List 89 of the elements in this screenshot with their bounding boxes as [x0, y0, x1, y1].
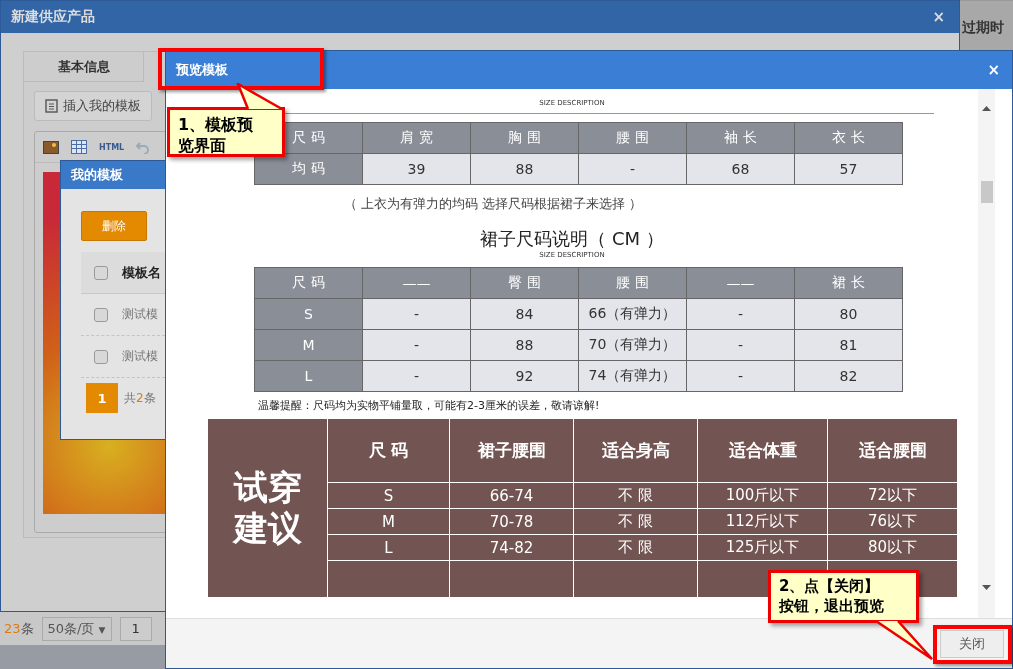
table-cell: 74（有弹力）	[579, 361, 687, 392]
table-icon[interactable]	[71, 140, 87, 154]
table-cell: -	[363, 361, 471, 392]
table-header-cell: 尺 码	[255, 268, 363, 299]
table-cell: 57	[795, 154, 903, 185]
table-cell: 70（有弹力）	[579, 330, 687, 361]
table-header-cell: 衣 长	[795, 123, 903, 154]
table-header-cell: 适合体重	[698, 419, 828, 483]
table-cell: 92	[471, 361, 579, 392]
document-icon	[45, 99, 58, 113]
total-count-text: 共2条	[124, 389, 156, 407]
table-header-cell: 袖 长	[687, 123, 795, 154]
dialog-title: 新建供应产品	[11, 8, 95, 26]
table-header-cell: 适合腰围	[828, 419, 958, 483]
table-cell: 112斤以下	[698, 509, 828, 535]
table-cell: S	[255, 299, 363, 330]
page-button[interactable]: 1	[86, 383, 118, 413]
checkbox[interactable]	[94, 265, 108, 280]
checkbox[interactable]	[94, 349, 108, 364]
total-count-text: 23条	[4, 619, 34, 638]
side-label: 试穿建议	[208, 419, 328, 597]
table-cell: M	[255, 330, 363, 361]
page-size-dropdown[interactable]: 50条/页 ▼	[41, 616, 112, 641]
reminder-text: 温馨提醒：尺码均为实物平铺量取，可能有2-3厘米的误差，敬请谅解!	[258, 398, 600, 413]
table-cell: 不 限	[574, 535, 698, 561]
table-cell: S	[328, 483, 450, 509]
table-cell: L	[328, 535, 450, 561]
scrollbar[interactable]	[978, 89, 995, 618]
delete-button[interactable]: 删除	[81, 211, 147, 241]
table-cell: L	[255, 361, 363, 392]
table-header-cell: 适合身高	[574, 419, 698, 483]
template-name: 测试模	[122, 306, 158, 323]
section-heading: 裙子尺码说明（ CM ）	[480, 227, 664, 251]
table-cell: 不 限	[574, 509, 698, 535]
table-header-cell: 胸 围	[471, 123, 579, 154]
table-header-cell: 尺 码	[328, 419, 450, 483]
table-cell: 68	[687, 154, 795, 185]
table-header-cell: 腰 围	[579, 123, 687, 154]
close-button[interactable]: ×	[981, 60, 1006, 80]
scroll-down-icon[interactable]	[982, 585, 991, 590]
checkbox[interactable]	[94, 307, 108, 322]
close-button[interactable]: ×	[926, 7, 951, 27]
table-cell: -	[687, 299, 795, 330]
table-cell: 39	[363, 154, 471, 185]
table-cell: 70-78	[450, 509, 574, 535]
table-cell: 均 码	[255, 154, 363, 185]
dialog-title: 预览模板	[176, 61, 228, 79]
table-cell: 80以下	[828, 535, 958, 561]
table-cell: -	[687, 330, 795, 361]
table-cell: 72以下	[828, 483, 958, 509]
image-icon[interactable]	[43, 140, 59, 154]
table-cell: M	[328, 509, 450, 535]
table-cell: -	[687, 361, 795, 392]
note-text: （ 上衣为有弹力的均码 选择尺码根据裙子来选择 ）	[344, 195, 643, 213]
table-cell: -	[363, 330, 471, 361]
insert-template-button[interactable]: 插入我的模板	[34, 91, 152, 121]
table-cell: 81	[795, 330, 903, 361]
template-name: 测试模	[122, 348, 158, 365]
table-cell: 不 限	[574, 483, 698, 509]
table-cell: 88	[471, 330, 579, 361]
table-cell: 80	[795, 299, 903, 330]
table-cell: 66（有弹力）	[579, 299, 687, 330]
table-cell: 84	[471, 299, 579, 330]
callout-pointer	[236, 83, 284, 109]
table-header-cell: 裙子腰围	[450, 419, 574, 483]
column-header: 过期时	[960, 0, 1013, 50]
table-cell: 74-82	[450, 535, 574, 561]
undo-icon[interactable]	[136, 140, 151, 154]
table-cell: 76以下	[828, 509, 958, 535]
page-number-field[interactable]: 1	[119, 616, 152, 641]
table-header-cell: 臀 围	[471, 268, 579, 299]
table-header-cell: ——	[687, 268, 795, 299]
table-header-cell: 裙 长	[795, 268, 903, 299]
scroll-up-icon[interactable]	[982, 106, 991, 111]
close-button[interactable]: 关闭	[940, 629, 1004, 658]
table-header-cell: 肩 宽	[363, 123, 471, 154]
column-header: 模板名	[122, 263, 161, 282]
scrollbar-thumb[interactable]	[980, 181, 993, 203]
table-cell: 125斤以下	[698, 535, 828, 561]
table-cell: 66-74	[450, 483, 574, 509]
table-header-cell: ——	[363, 268, 471, 299]
table-cell: -	[579, 154, 687, 185]
table-header-cell: 腰 围	[579, 268, 687, 299]
html-button[interactable]: HTML	[99, 142, 125, 152]
table-cell: 100斤以下	[698, 483, 828, 509]
table-cell: 88	[471, 154, 579, 185]
table-cell: -	[363, 299, 471, 330]
table-cell: 82	[795, 361, 903, 392]
tab[interactable]: 基本信息	[24, 52, 144, 82]
